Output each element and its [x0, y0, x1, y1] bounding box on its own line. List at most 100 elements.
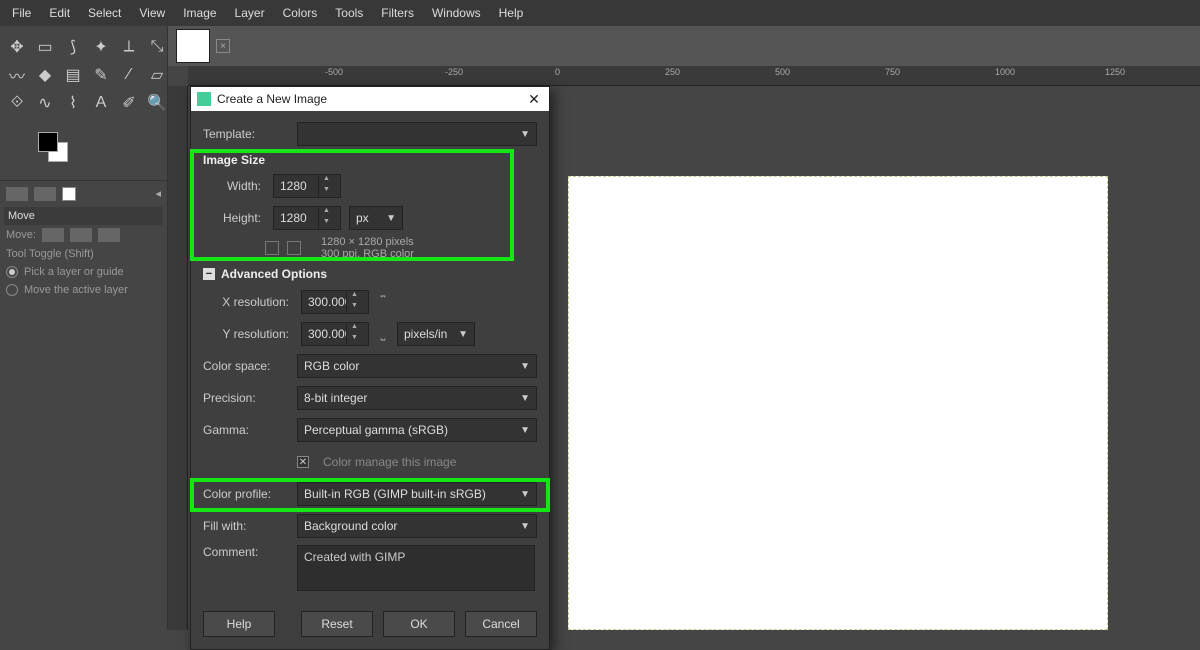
precision-select[interactable]: 8-bit integer ▼	[297, 386, 537, 410]
spin-up-icon[interactable]: ▲	[318, 175, 334, 186]
clone-tool-icon[interactable]: ⟐	[4, 90, 30, 116]
document-strip: ×	[0, 26, 1200, 66]
move-layer-icon[interactable]	[42, 228, 64, 242]
chevron-down-icon: ▼	[520, 129, 530, 140]
ruler-lbl: -500	[325, 67, 411, 77]
close-icon[interactable]: ✕	[525, 90, 543, 108]
fuzzy-select-tool-icon[interactable]: ✦	[88, 34, 114, 60]
menu-colors[interactable]: Colors	[275, 2, 326, 24]
spin-up-icon[interactable]: ▲	[346, 323, 362, 334]
menu-windows[interactable]: Windows	[424, 2, 489, 24]
wilber-icon	[197, 92, 211, 106]
tool-toggle-label: Tool Toggle (Shift)	[4, 245, 163, 263]
radio-move-active[interactable]	[6, 284, 18, 296]
vertical-ruler	[168, 86, 188, 630]
move-path-icon[interactable]	[98, 228, 120, 242]
tooloptions-tab-icon[interactable]	[6, 187, 28, 201]
spin-down-icon[interactable]: ▼	[318, 186, 334, 197]
ruler-lbl: 750	[885, 67, 971, 77]
spin-up-icon[interactable]: ▲	[346, 291, 362, 302]
gradient-tool-icon[interactable]: ▤	[60, 62, 86, 88]
fg-bg-swatches[interactable]	[38, 132, 78, 168]
portrait-icon[interactable]	[265, 241, 279, 255]
menu-tools[interactable]: Tools	[327, 2, 371, 24]
crop-tool-icon[interactable]: ⟂	[116, 34, 142, 60]
help-button[interactable]: Help	[203, 611, 275, 637]
move-mode-label: Move:	[6, 229, 36, 241]
color-manage-checkbox[interactable]: ✕	[297, 456, 309, 468]
width-field[interactable]	[274, 179, 318, 193]
spin-down-icon[interactable]: ▼	[346, 302, 362, 313]
menu-help[interactable]: Help	[491, 2, 532, 24]
yres-field[interactable]	[302, 327, 346, 341]
height-label: Height:	[215, 211, 265, 225]
spin-down-icon[interactable]: ▼	[346, 334, 362, 345]
link-bottom-icon[interactable]: ⎵	[377, 327, 389, 342]
spin-down-icon[interactable]: ▼	[318, 218, 334, 229]
menu-view[interactable]: View	[131, 2, 173, 24]
menu-select[interactable]: Select	[80, 2, 129, 24]
rect-select-tool-icon[interactable]: ▭	[32, 34, 58, 60]
move-selection-icon[interactable]	[70, 228, 92, 242]
menu-layer[interactable]: Layer	[227, 2, 273, 24]
brush-tool-icon[interactable]: ⁄	[116, 62, 142, 88]
fg-color-swatch[interactable]	[38, 132, 58, 152]
cancel-button[interactable]: Cancel	[465, 611, 537, 637]
xres-input[interactable]: ▲▼	[301, 290, 369, 314]
chevron-down-icon: ▼	[520, 521, 530, 532]
canvas[interactable]	[568, 176, 1108, 630]
advanced-toggle[interactable]: − Advanced Options	[203, 267, 537, 281]
transform-tool-icon[interactable]: ⤡	[144, 34, 170, 60]
link-top-icon: ⎴	[377, 295, 389, 310]
smudge-tool-icon[interactable]: ∿	[32, 90, 58, 116]
menu-edit[interactable]: Edit	[41, 2, 78, 24]
zoom-tool-icon[interactable]: 🔍	[144, 90, 170, 116]
fillwith-value: Background color	[304, 519, 397, 533]
spin-up-icon[interactable]: ▲	[318, 207, 334, 218]
height-field[interactable]	[274, 211, 318, 225]
bucket-tool-icon[interactable]: ◆	[32, 62, 58, 88]
tool-options-title: Move	[4, 207, 163, 225]
fillwith-select[interactable]: Background color ▼	[297, 514, 537, 538]
colorprofile-select[interactable]: Built-in RGB (GIMP built-in sRGB) ▼	[297, 482, 537, 506]
close-document-icon[interactable]: ×	[216, 39, 230, 53]
collapse-icon: −	[203, 268, 215, 280]
ok-button[interactable]: OK	[383, 611, 455, 637]
comment-textarea[interactable]: Created with GIMP	[297, 545, 535, 591]
size-unit-select[interactable]: px ▼	[349, 206, 403, 230]
gamma-select[interactable]: Perceptual gamma (sRGB) ▼	[297, 418, 537, 442]
landscape-icon[interactable]	[287, 241, 301, 255]
picker-tool-icon[interactable]: ✐	[116, 90, 142, 116]
pencil-tool-icon[interactable]: ✎	[88, 62, 114, 88]
document-thumb[interactable]	[176, 29, 210, 63]
path-tool-icon[interactable]: ⌇	[60, 90, 86, 116]
yres-input[interactable]: ▲▼	[301, 322, 369, 346]
advanced-label: Advanced Options	[221, 267, 327, 281]
ruler-lbl: -250	[445, 67, 531, 77]
dialog-titlebar[interactable]: Create a New Image ✕	[191, 87, 549, 111]
warp-tool-icon[interactable]: 〰	[4, 62, 30, 88]
image-size-header: Image Size	[203, 153, 537, 167]
ruler-lbl: 250	[665, 67, 751, 77]
device-status-tab-icon[interactable]	[34, 187, 56, 201]
height-input[interactable]: ▲▼	[273, 206, 341, 230]
tooloptions-menu-icon[interactable]: ◂	[155, 187, 161, 201]
move-tool-icon[interactable]: ✥	[4, 34, 30, 60]
precision-value: 8-bit integer	[304, 391, 367, 405]
text-tool-icon[interactable]: A	[88, 90, 114, 116]
chevron-down-icon: ▼	[458, 329, 468, 340]
res-unit-select[interactable]: pixels/in ▼	[397, 322, 475, 346]
menu-image[interactable]: Image	[175, 2, 224, 24]
template-select[interactable]: ▼	[297, 122, 537, 146]
eraser-tool-icon[interactable]: ▱	[144, 62, 170, 88]
lasso-tool-icon[interactable]: ⟆	[60, 34, 86, 60]
width-input[interactable]: ▲▼	[273, 174, 341, 198]
radio-move-active-label: Move the active layer	[24, 284, 128, 296]
radio-pick-layer[interactable]	[6, 266, 18, 278]
menu-filters[interactable]: Filters	[373, 2, 422, 24]
menu-file[interactable]: File	[4, 2, 39, 24]
xres-field[interactable]	[302, 295, 346, 309]
colorspace-select[interactable]: RGB color ▼	[297, 354, 537, 378]
tooloptions-color-icon[interactable]	[62, 187, 76, 201]
reset-button[interactable]: Reset	[301, 611, 373, 637]
